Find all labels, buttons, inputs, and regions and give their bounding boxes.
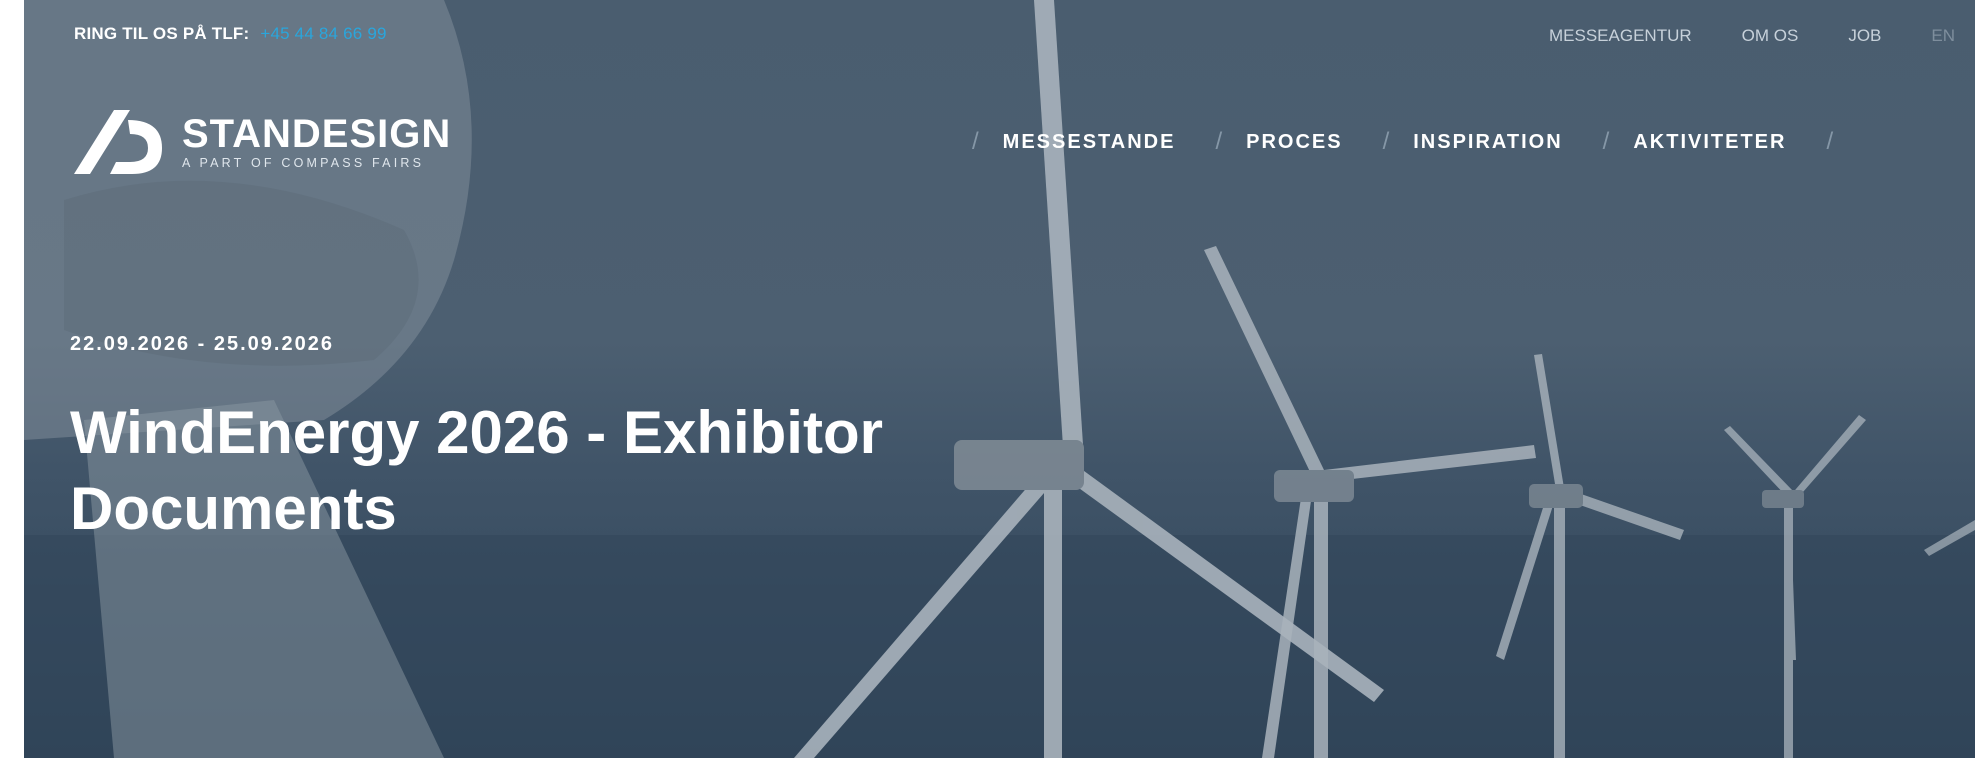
utility-nav: MESSEAGENTUR OM OS JOB EN bbox=[1549, 26, 1955, 46]
main-nav: / MESSESTANDE / PROCES / INSPIRATION / A… bbox=[972, 128, 1897, 156]
nav-divider: / bbox=[1382, 128, 1392, 155]
nav-link-om-os[interactable]: OM OS bbox=[1742, 26, 1799, 46]
nav-item-label: MESSESTANDE bbox=[1002, 130, 1176, 153]
nav-item-messestande[interactable]: / MESSESTANDE bbox=[972, 128, 1175, 156]
nav-divider: / bbox=[1602, 128, 1612, 155]
nav-item-proces[interactable]: / PROCES bbox=[1215, 128, 1342, 156]
nav-item-inspiration[interactable]: / INSPIRATION bbox=[1383, 128, 1563, 156]
nav-divider: / bbox=[972, 128, 981, 155]
nav-link-messeagentur[interactable]: MESSEAGENTUR bbox=[1549, 26, 1692, 46]
logo-text: STANDESIGN A PART OF COMPASS FAIRS bbox=[182, 114, 451, 170]
phone-link[interactable]: +45 44 84 66 99 bbox=[260, 24, 386, 43]
nav-item-label: AKTIVITETER bbox=[1633, 130, 1787, 153]
nav-divider: / bbox=[1215, 128, 1225, 155]
nav-link-job[interactable]: JOB bbox=[1848, 26, 1881, 46]
nav-item-aktiviteter[interactable]: / AKTIVITETER bbox=[1603, 128, 1787, 156]
nav-item-label: PROCES bbox=[1246, 130, 1343, 153]
nav-item-more[interactable]: / bbox=[1826, 128, 1857, 156]
event-date: 22.09.2026 - 25.09.2026 bbox=[70, 333, 334, 355]
hero-banner: RING TIL OS PÅ TLF: +45 44 84 66 99 MESS… bbox=[24, 0, 1975, 758]
nav-divider: / bbox=[1826, 128, 1836, 155]
logo-tagline: A PART OF COMPASS FAIRS bbox=[182, 156, 425, 170]
site-logo[interactable]: STANDESIGN A PART OF COMPASS FAIRS bbox=[70, 106, 451, 178]
nav-item-label: INSPIRATION bbox=[1413, 130, 1563, 153]
contact-bar: RING TIL OS PÅ TLF: +45 44 84 66 99 bbox=[74, 24, 387, 44]
language-switch[interactable]: EN bbox=[1931, 26, 1955, 46]
standesign-logo-icon bbox=[74, 110, 162, 174]
contact-label: RING TIL OS PÅ TLF: bbox=[74, 24, 250, 43]
logo-name: STANDESIGN bbox=[182, 112, 452, 156]
page-title: WindEnergy 2026 - Exhibitor Documents bbox=[70, 399, 883, 542]
